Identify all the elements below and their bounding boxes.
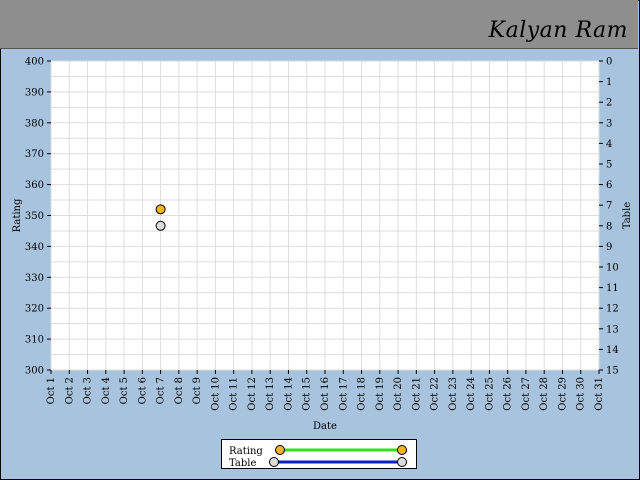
x-tick-label: Oct 18 — [357, 377, 368, 411]
y-axis-label: Rating — [12, 198, 23, 232]
x-tick-label: Oct 8 — [174, 377, 185, 404]
y-tick-label: 300 — [25, 366, 44, 377]
legend-marker-table — [269, 457, 279, 467]
x-tick-label: Oct 28 — [539, 377, 550, 411]
y2-tick-label: 4 — [606, 139, 612, 150]
x-tick-label: Oct 31 — [594, 377, 605, 411]
y2-tick-label: 2 — [606, 98, 612, 109]
y-tick-label: 350 — [25, 211, 44, 222]
x-tick-label: Oct 30 — [576, 377, 587, 411]
y2-tick-label: 14 — [606, 345, 619, 356]
x-tick-label: Oct 22 — [430, 377, 441, 411]
x-tick-label: Oct 7 — [156, 377, 167, 404]
x-tick-label: Oct 5 — [119, 377, 130, 404]
x-tick-label: Oct 29 — [557, 377, 568, 411]
y-tick-label: 370 — [25, 149, 44, 160]
x-tick-label: Oct 17 — [338, 377, 349, 411]
x-tick-label: Oct 15 — [302, 377, 313, 411]
x-tick-label: Oct 6 — [137, 377, 148, 404]
legend-marker-table — [397, 457, 407, 467]
y2-tick-label: 10 — [606, 263, 619, 274]
y2-tick-label: 1 — [606, 77, 612, 88]
x-tick-label: Oct 2 — [64, 377, 75, 404]
y-axis-left: 300 310 320 330 340 350 360 370 380 390 400 — [25, 57, 51, 377]
x-tick-label: Oct 16 — [320, 377, 331, 411]
x-tick-label: Oct 11 — [229, 377, 240, 411]
y-tick-label: 320 — [25, 304, 44, 315]
legend-label-table: Table — [229, 458, 256, 469]
legend-marker-rating — [275, 445, 285, 455]
y-tick-label: 310 — [25, 335, 44, 346]
y2-tick-label: 3 — [606, 118, 612, 129]
x-tick-label: Oct 12 — [247, 377, 258, 411]
rating-chart: 300310320330340350360370380390400 012345… — [12, 57, 633, 433]
x-tick-label: Oct 21 — [411, 377, 422, 411]
x-tick-label: Oct 27 — [521, 377, 532, 411]
y2-tick-label: 11 — [606, 283, 619, 294]
legend-marker-rating — [397, 445, 407, 455]
y2-tick-label: 8 — [606, 221, 612, 232]
x-tick-label: Oct 1 — [46, 377, 57, 404]
data-point-rating — [155, 204, 166, 215]
y2-tick-label: 7 — [606, 201, 612, 212]
y2-tick-label: 5 — [606, 160, 612, 171]
y2-tick-label: 0 — [606, 57, 612, 68]
x-tick-label: Oct 14 — [283, 377, 294, 411]
y2-tick-label: 6 — [606, 180, 612, 191]
y-tick-label: 390 — [25, 87, 44, 98]
x-tick-label: Oct 23 — [448, 377, 459, 411]
y-tick-label: 330 — [25, 273, 44, 284]
x-tick-label: Oct 9 — [192, 377, 203, 404]
y-tick-label: 340 — [25, 242, 44, 253]
y-tick-label: 360 — [25, 180, 44, 191]
x-axis: Oct 1 Oct 2 Oct 3 Oct 4 Oct 5 Oct 6 Oct 7 Oct 8… — [46, 370, 605, 411]
x-tick-label: Oct 4 — [101, 377, 112, 404]
y2-tick-label: 12 — [606, 304, 619, 315]
x-tick-label: Oct 25 — [484, 377, 495, 411]
legend-label-rating: Rating — [229, 446, 263, 457]
y-tick-label: 400 — [25, 57, 44, 68]
legend-graphic: Rating Table — [229, 445, 407, 469]
y-axis-right: 0123456789101112131415 — [599, 57, 619, 377]
y-tick-label: 380 — [25, 118, 44, 129]
x-tick-label: Oct 26 — [503, 377, 514, 411]
x-tick-label: Oct 24 — [466, 377, 477, 411]
y2-axis-label: Table — [622, 202, 633, 229]
y2-tick-label: 15 — [606, 366, 619, 377]
y2-tick-label: 13 — [606, 324, 619, 335]
legend: Rating Table — [221, 439, 417, 469]
x-tick-label: Oct 13 — [265, 377, 276, 411]
x-tick-label: Oct 19 — [375, 377, 386, 411]
x-tick-label: Oct 20 — [393, 377, 404, 411]
x-tick-label: Oct 3 — [83, 377, 94, 404]
x-tick-label: Oct 10 — [210, 377, 221, 411]
x-axis-label: Date — [313, 421, 337, 432]
grid-lines — [50, 60, 600, 371]
y2-tick-label: 9 — [606, 242, 612, 253]
data-point-table — [155, 220, 166, 231]
